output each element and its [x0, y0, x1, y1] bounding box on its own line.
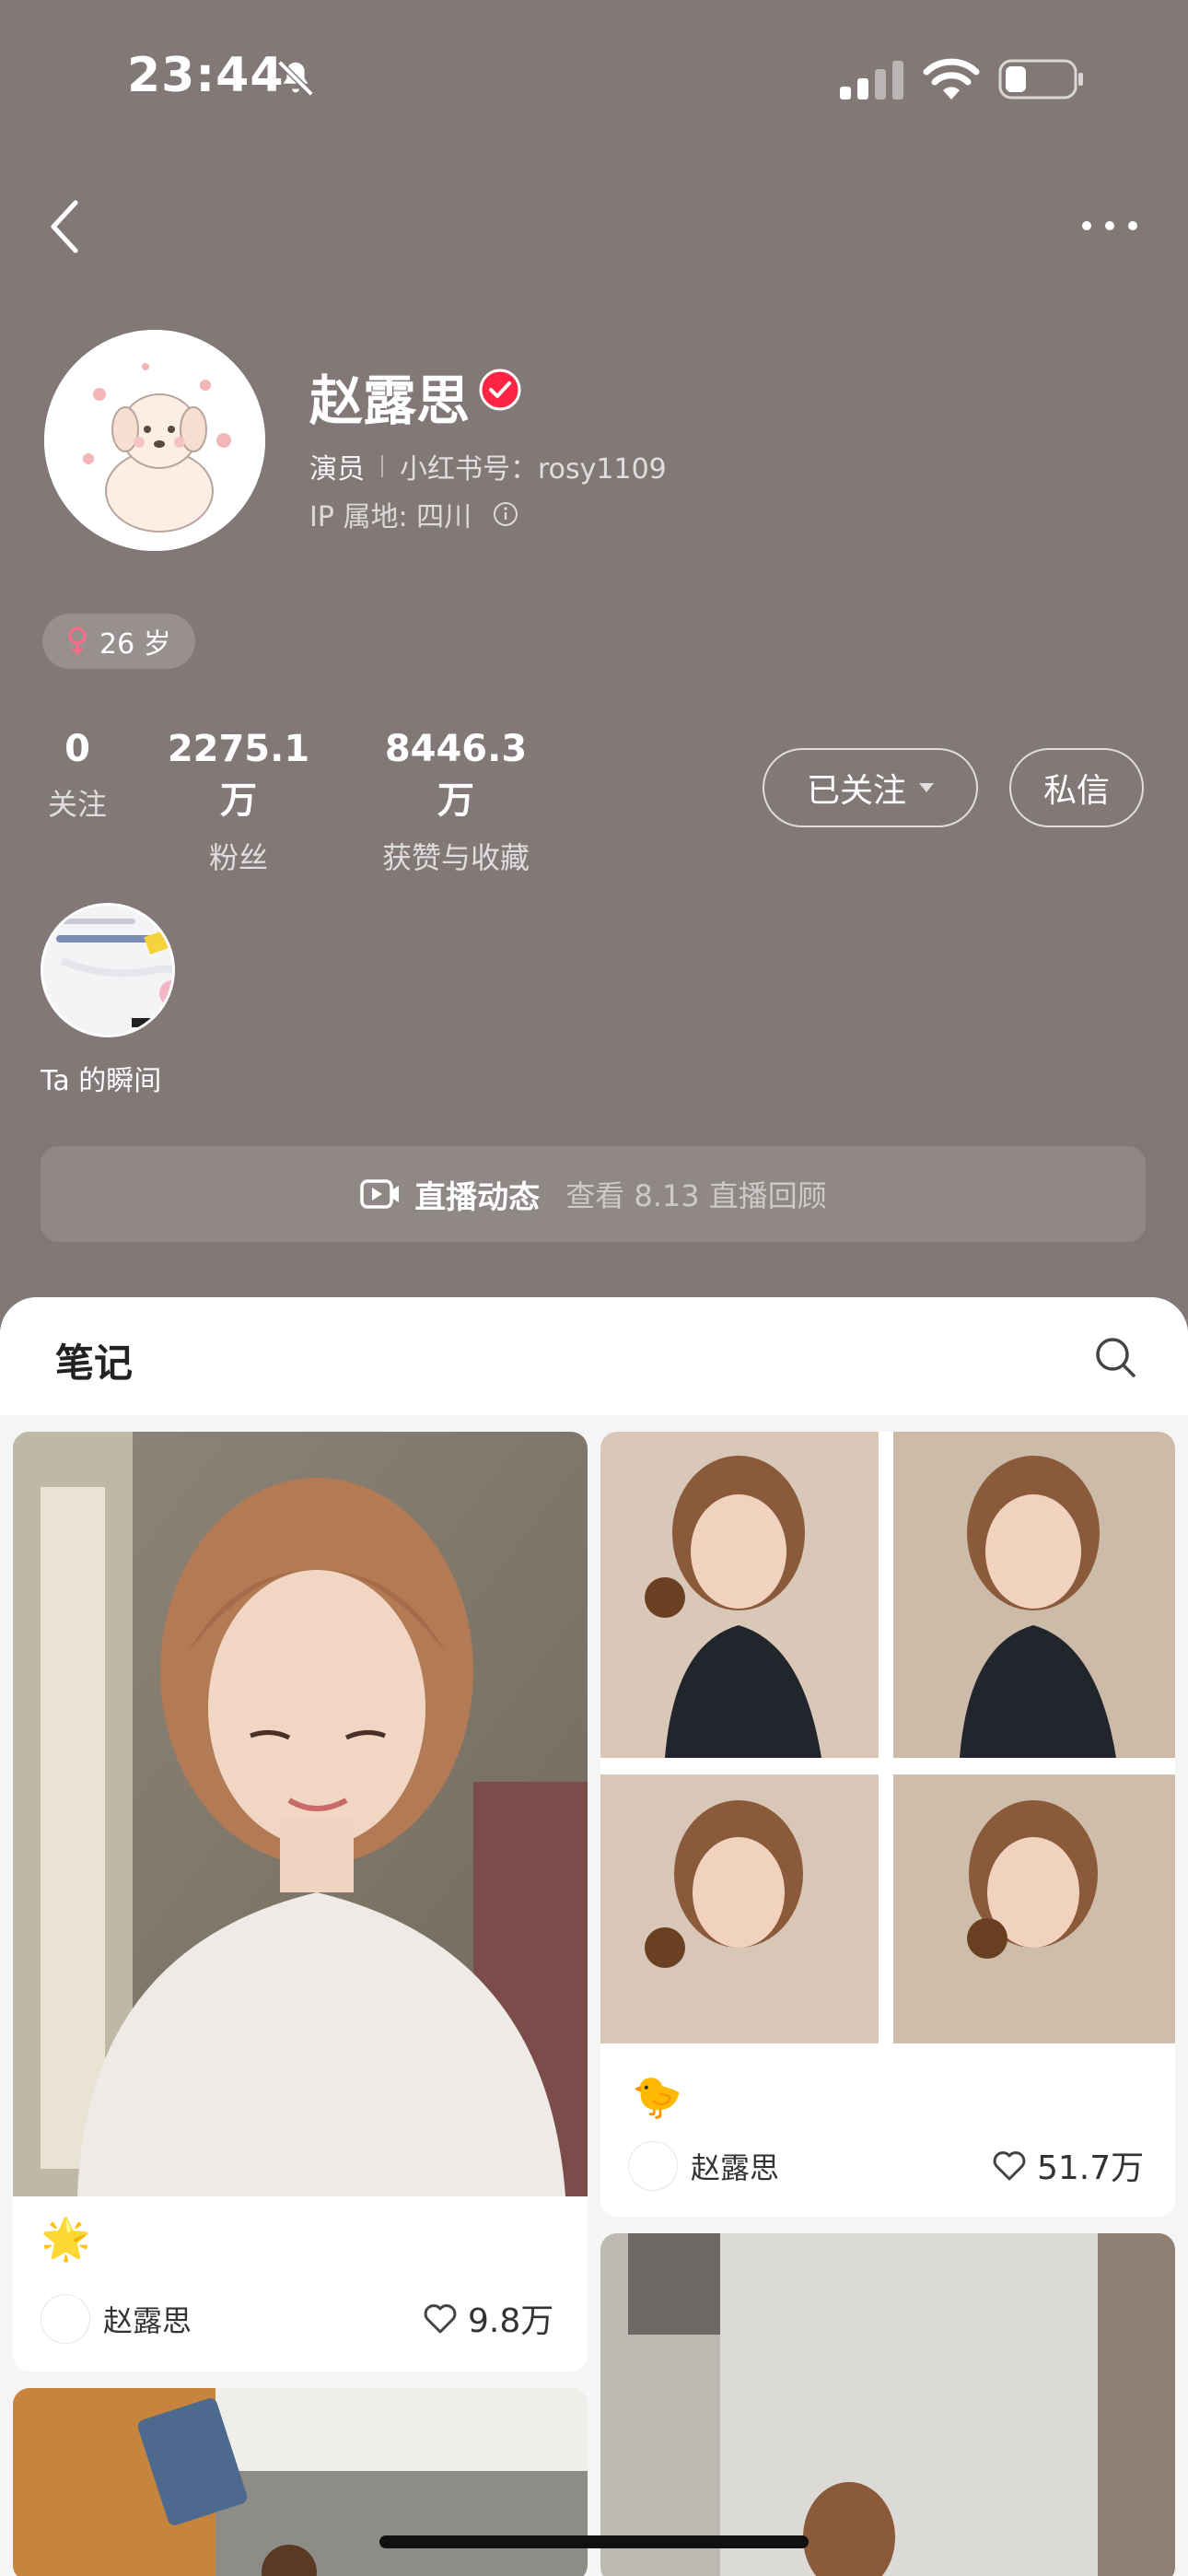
following-button[interactable]: 已关注 — [763, 748, 978, 827]
author-avatar — [41, 2294, 90, 2344]
avatar-dog-illustration — [44, 330, 265, 551]
video-camera-icon — [360, 1179, 400, 1209]
back-button[interactable] — [42, 193, 88, 260]
stat-following-label: 关注 — [47, 787, 107, 822]
female-icon — [68, 626, 87, 655]
moment-preview-image — [43, 906, 172, 1035]
status-time: 23:44 — [127, 48, 285, 103]
note-photo-room — [600, 2233, 1175, 2576]
following-button-label: 已关注 — [806, 772, 906, 810]
profile-role: 演员 — [309, 453, 365, 486]
cellular-signal-icon — [840, 61, 903, 100]
profile-avatar[interactable] — [44, 330, 265, 551]
stat-likes-label: 获赞与收藏 — [381, 840, 530, 875]
notes-header: 笔记 — [0, 1297, 1188, 1415]
profile-name: 赵露思 — [309, 369, 471, 432]
notes-sheet: 笔记 🌟 赵露思 9.8万 🐤 赵露思 51.7万 — [0, 1297, 1188, 2576]
wifi-icon — [923, 58, 980, 100]
author-avatar — [628, 2141, 678, 2191]
stat-fans-label: 粉丝 — [208, 840, 268, 875]
heart-icon — [993, 2151, 1026, 2181]
gender-age-chip: 26 岁 — [42, 614, 195, 669]
note-author-name: 赵露思 — [691, 2150, 780, 2185]
note-likes[interactable]: 9.8万 — [422, 2294, 553, 2342]
info-icon[interactable] — [492, 500, 519, 528]
note-photo-grid — [600, 1432, 1175, 2043]
age-label: 26 岁 — [99, 628, 171, 661]
stat-likes-collections[interactable]: 8446.3万 获赞与收藏 — [367, 728, 545, 877]
heart-icon — [424, 2304, 457, 2334]
note-emoji: 🌟 — [41, 2216, 91, 2263]
note-card[interactable]: 🌟 赵露思 9.8万 — [13, 1432, 588, 2371]
profile-meta: 演员 小红书号：rosy1109 — [309, 446, 667, 486]
ip-location-text: IP 属地: 四川 — [309, 501, 472, 533]
stat-following[interactable]: 0 关注 — [41, 728, 114, 824]
battery-icon — [998, 59, 1083, 100]
stat-likes-value: 8446.3万 — [384, 728, 528, 822]
ip-location: IP 属地: 四川 — [309, 494, 519, 534]
caret-down-icon — [919, 783, 934, 792]
tab-notes[interactable]: 笔记 — [55, 1332, 133, 1388]
note-likes-count: 51.7万 — [1037, 2149, 1145, 2187]
moment-label: Ta 的瞬间 — [41, 1065, 162, 1097]
search-icon[interactable] — [1092, 1334, 1138, 1380]
more-options-button[interactable] — [1068, 207, 1151, 244]
note-likes[interactable]: 51.7万 — [991, 2141, 1144, 2189]
moment-thumbnail[interactable] — [41, 903, 175, 1037]
stat-fans[interactable]: 2275.1万 粉丝 — [155, 728, 322, 877]
note-author[interactable]: 赵露思 — [628, 2141, 779, 2191]
note-author-name: 赵露思 — [103, 2303, 192, 2338]
stat-fans-value: 2275.1万 — [167, 728, 310, 822]
note-card[interactable] — [600, 2233, 1175, 2576]
meta-divider — [381, 455, 383, 477]
note-photo-selfie — [13, 1432, 588, 2196]
note-card[interactable]: 🐤 赵露思 51.7万 — [600, 1432, 1175, 2217]
live-banner-title: 直播动态 — [414, 1178, 541, 1216]
note-emoji: 🐤 — [632, 2074, 682, 2121]
profile-redbook-id[interactable]: 小红书号：rosy1109 — [400, 446, 667, 486]
stat-following-value: 0 — [64, 728, 90, 770]
live-replay-banner[interactable]: 直播动态 查看 8.13 直播回顾 — [41, 1146, 1146, 1242]
note-likes-count: 9.8万 — [468, 2302, 554, 2340]
verified-badge-icon — [479, 369, 521, 411]
live-banner-subtitle: 查看 8.13 直播回顾 — [565, 1178, 827, 1213]
home-indicator[interactable] — [379, 2535, 809, 2548]
note-author[interactable]: 赵露思 — [41, 2294, 192, 2344]
bell-off-icon — [277, 60, 314, 97]
message-button[interactable]: 私信 — [1009, 748, 1144, 827]
